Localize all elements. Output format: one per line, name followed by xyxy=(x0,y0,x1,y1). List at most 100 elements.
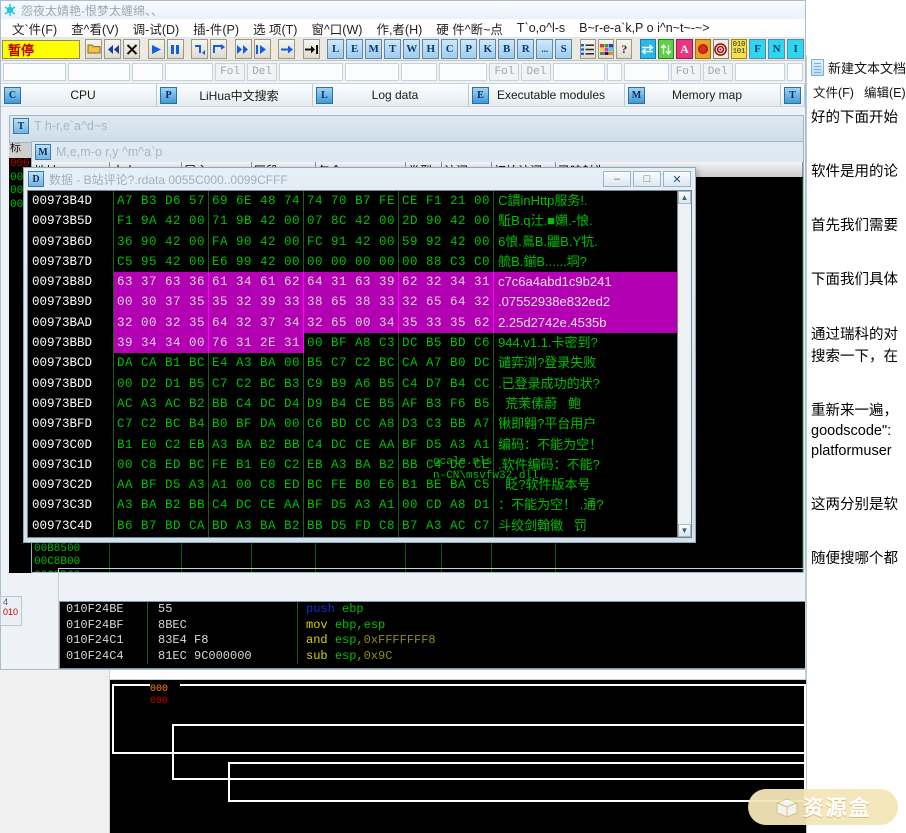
hex-byte-group[interactable]: 32 65 00 34 xyxy=(304,312,400,334)
menu-debug[interactable]: 调-试(D) xyxy=(126,19,187,38)
hex-byte-group[interactable]: 39 34 34 00 xyxy=(114,333,210,354)
menu-help[interactable]: 作,者(H) xyxy=(369,19,429,38)
hex-byte-group[interactable]: BB C4 DC D4 xyxy=(209,393,305,415)
step-into-button[interactable] xyxy=(191,39,209,59)
hex-dump-row[interactable]: 00973C4D B6 B7 BD CA BD A3 BA B2 BB D5 FD C… xyxy=(28,515,677,537)
menu-file[interactable]: 文`件(F) xyxy=(5,19,64,38)
hex-dump-row[interactable]: 00973C0D B1 E0 C2 EB A3 BA B2 BB C4 DC CE A… xyxy=(28,434,677,455)
minimize-button[interactable]: – xyxy=(603,171,631,187)
hex-byte-group[interactable]: D3 C3 BB A7 xyxy=(399,414,495,435)
hex-byte-group[interactable]: FA 90 42 00 xyxy=(209,231,305,252)
hex-ascii-text[interactable]: 944.v1.1.卡密到? xyxy=(494,333,677,353)
hex-byte-group[interactable]: A3 BA B2 BB xyxy=(209,434,305,455)
search-input-5[interactable] xyxy=(279,63,344,81)
hex-ascii-text[interactable]: 荒茉傃蔚 鲍 xyxy=(494,394,677,414)
toolbar-letter-r[interactable]: R xyxy=(517,39,535,59)
hex-dump-row[interactable]: 00973B7D C5 95 42 00 E6 99 42 00 00 00 00 0… xyxy=(28,251,677,273)
hex-byte-group[interactable]: 62 32 34 31 xyxy=(399,272,495,293)
hex-dump-row[interactable]: 00973B6D 36 90 42 00 FA 90 42 00 FC 91 42 0… xyxy=(28,231,677,252)
hex-dump-row[interactable]: 00973C2D AA BF D5 A3 A1 00 C8 ED BC FE B0 E… xyxy=(28,475,677,496)
hex-byte-group[interactable]: A3 BA B2 BB xyxy=(114,495,210,516)
toolbar-letter-m[interactable]: M xyxy=(365,39,383,59)
search-input-4[interactable] xyxy=(164,63,214,81)
hex-byte-group[interactable]: 71 9B 42 00 xyxy=(209,211,305,232)
hex-dump-row[interactable]: 00973B8D 63 37 63 36 61 34 61 62 64 31 63 3… xyxy=(28,272,677,293)
menu-hwbp[interactable]: 硬 件^断~点 xyxy=(429,19,510,38)
delete-button-1[interactable]: Del xyxy=(247,63,278,81)
hex-byte-group[interactable]: BF D5 A3 A1 xyxy=(304,495,400,516)
hex-ascii-text[interactable]: 编码：不能为空！ xyxy=(494,435,677,455)
toolbar-letter-l[interactable]: L xyxy=(327,39,345,59)
toolbar-letter-c[interactable]: C xyxy=(441,39,459,59)
hex-dump-row[interactable]: 00973C3D A3 BA B2 BB C4 DC CE AA BF D5 A3 A… xyxy=(28,495,677,516)
notepad-text-area[interactable]: 好的下面开始 软件是用的论 首先我们需要 下面我们具体 通过瑞科的对 搜索一下，… xyxy=(807,105,906,568)
hex-dump-row[interactable]: 00973B4D A7 B3 D6 57 69 6E 48 74 74 70 B7 F… xyxy=(28,191,677,212)
tab-log-data[interactable]: L Log data xyxy=(313,84,469,106)
hex-byte-group[interactable]: 07 8C 42 00 xyxy=(304,211,400,232)
hex-byte-group[interactable]: C6 BD CC A8 xyxy=(304,414,400,435)
threads-pane[interactable]: T T h-r,e`a^d~s xyxy=(9,115,804,143)
hex-window-titlebar[interactable]: D 数据 - B站评论?.rdata 0055C000..0099CFFF – … xyxy=(24,168,695,190)
hex-byte-group[interactable]: B1 E0 C2 EB xyxy=(114,434,210,455)
window-titlebar[interactable]: 怨夜太婧艳-恨梦太缠绵、、 xyxy=(1,1,805,19)
hex-ascii-text[interactable]: 斗绞剑翰徽 罚 xyxy=(494,516,677,536)
toolbar-letter-ellipsis[interactable]: ... xyxy=(536,39,554,59)
hex-ascii-text[interactable]: 谴弈浏?登录失败 xyxy=(494,353,677,373)
maximize-button[interactable]: □ xyxy=(633,171,661,187)
hex-byte-group[interactable]: FC 91 42 00 xyxy=(304,231,400,252)
hex-ascii-text[interactable]: c7c6a4abd1c9b241 xyxy=(494,272,677,293)
hex-byte-group[interactable]: DC B5 BD C6 xyxy=(399,333,495,354)
tab-lihua-search[interactable]: P LiHua中文搜索 xyxy=(157,84,313,106)
delete-button-3[interactable]: Del xyxy=(702,63,733,81)
menu-breakpoint[interactable]: B~r-e-a`k,P o i^n~t~-~> xyxy=(572,21,716,35)
scroll-up-icon[interactable]: ▲ xyxy=(678,191,691,204)
hex-byte-group[interactable]: 00 D2 D1 B5 xyxy=(114,373,210,394)
hex-byte-group[interactable]: F1 9A 42 00 xyxy=(114,211,210,232)
run-button[interactable] xyxy=(147,39,165,59)
search-input-9[interactable] xyxy=(553,63,606,81)
search-input-1[interactable] xyxy=(3,63,66,81)
toolbar-letter-s[interactable]: S xyxy=(555,39,573,59)
hex-byte-group[interactable]: C9 B9 A6 B5 xyxy=(304,373,400,394)
swap-icon[interactable] xyxy=(639,39,657,59)
follow-button-3[interactable]: Fol xyxy=(670,63,701,81)
menu-window[interactable]: 窗^口(W) xyxy=(304,19,369,38)
tab-threads-short[interactable]: T xyxy=(781,84,805,106)
trace-into-button[interactable] xyxy=(234,39,252,59)
notepad-window[interactable]: 新建文本文档 文件(F) 编辑(E) 好的下面开始 软件是用的论 首先我们需要 … xyxy=(806,55,906,833)
updown-icon[interactable] xyxy=(658,39,675,59)
hex-byte-group[interactable]: A7 B3 D6 57 xyxy=(114,191,210,212)
hex-dump-row[interactable]: 00973C5DEB CA B9 D3C3 44 45 532C BB F2 D… xyxy=(28,536,677,537)
hex-byte-group[interactable]: B5 C7 C2 BC xyxy=(304,353,400,374)
hex-byte-group[interactable]: 32 65 64 32 xyxy=(399,292,495,313)
execute-till-return-button[interactable] xyxy=(278,39,296,59)
hex-byte-group[interactable]: C4 DC CE AA xyxy=(209,495,305,516)
palette-icon[interactable] xyxy=(597,39,615,59)
close-program-button[interactable] xyxy=(123,39,141,59)
execute-till-cursor-button[interactable] xyxy=(302,39,320,59)
hex-byte-group[interactable]: AF B3 F6 B5 xyxy=(399,393,495,415)
hex-byte-group[interactable]: 69 6E 48 74 xyxy=(209,191,305,212)
hex-byte-group[interactable]: C7 C2 BC B4 xyxy=(114,414,210,435)
step-over-button[interactable] xyxy=(210,39,228,59)
hex-byte-group[interactable]: 35 32 39 33 xyxy=(209,292,305,313)
restart-button[interactable] xyxy=(104,39,122,59)
notepad-titlebar[interactable]: 新建文本文档 xyxy=(807,55,906,79)
hex-byte-group[interactable]: CE F1 21 00 xyxy=(399,191,495,212)
hex-byte-group[interactable]: C3 44 45 53 xyxy=(209,536,305,537)
toolbar-letter-b[interactable]: B xyxy=(498,39,516,59)
hex-byte-group[interactable]: A1 00 C8 ED xyxy=(209,475,305,496)
search-input-3[interactable] xyxy=(132,63,163,81)
hex-dump-window[interactable]: D 数据 - B站评论?.rdata 0055C000..0099CFFF – … xyxy=(23,167,696,543)
delete-button-2[interactable]: Del xyxy=(521,63,552,81)
toolbar-letter-f[interactable]: F xyxy=(749,39,767,59)
toolbar-letter-i[interactable]: I xyxy=(787,39,805,59)
close-button[interactable]: ✕ xyxy=(663,171,691,187)
hex-dump-row[interactable]: 00973BDD 00 D2 D1 B5 C7 C2 BC B3 C9 B9 A6 B… xyxy=(28,373,677,394)
hex-byte-group[interactable]: 00 00 00 00 xyxy=(304,251,400,273)
hex-byte-group[interactable]: 59 92 42 00 xyxy=(399,231,495,252)
hex-byte-group[interactable]: BD A3 BA B2 xyxy=(209,515,305,537)
binary-button[interactable]: 010 101 xyxy=(730,39,748,59)
hex-byte-group[interactable]: E6 99 42 00 xyxy=(209,251,305,273)
hex-ascii-text[interactable]: .07552938e832ed2 xyxy=(494,292,677,313)
